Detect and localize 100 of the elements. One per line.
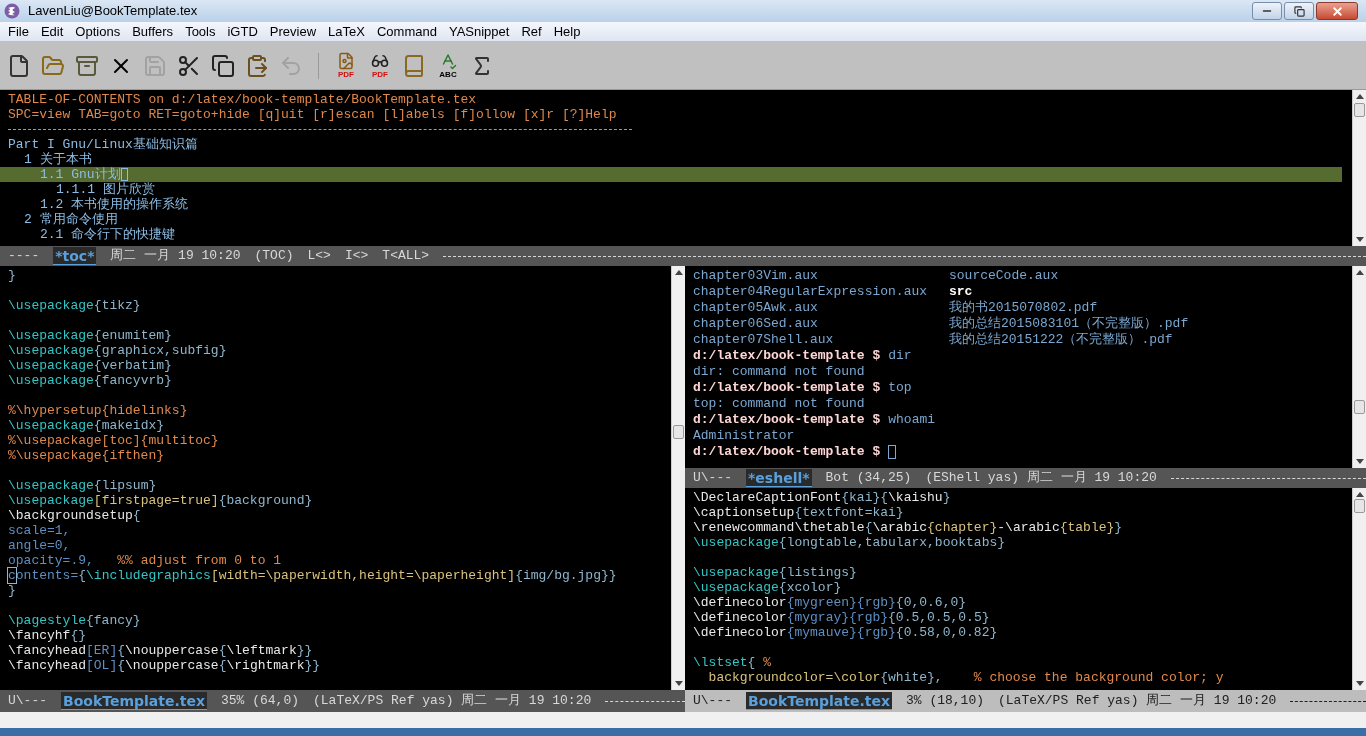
- shell-command: top: [888, 380, 912, 396]
- menu-item[interactable]: Ref: [515, 22, 548, 41]
- code-line: \definecolor{mymauve}{rgb}{0.58,0,0.82}: [693, 625, 998, 640]
- close-button[interactable]: [1316, 2, 1358, 20]
- buffer-name[interactable]: BookTemplate.tex: [61, 692, 207, 710]
- code-line: \usepackage[firstpage=true]{background}: [8, 493, 313, 508]
- code-line: contents={\includegraphics[width=\paperwidth,height=\paperheight]{img/bg.jpg}}: [8, 568, 617, 583]
- code-line: }: [8, 268, 16, 283]
- restore-button[interactable]: [1284, 2, 1314, 20]
- code-line: \usepackage{lipsum}: [8, 478, 157, 493]
- pdf-icon: [337, 52, 355, 70]
- file-name: 我的书2015070802.pdf: [949, 300, 1099, 316]
- mode-line-text: 3% (18,10): [906, 692, 984, 711]
- toc-entry[interactable]: Part I Gnu/Linux基础知识篇: [0, 137, 1342, 152]
- shell-command: dir: [888, 348, 912, 364]
- code-line: \usepackage{fancyvrb}: [8, 373, 172, 388]
- code-line: %\hypersetup{hidelinks}: [8, 403, 188, 418]
- file-name: chapter07Shell.aux: [693, 332, 835, 348]
- menu-item[interactable]: Buffers: [126, 22, 180, 41]
- code-line: \usepackage{graphicx,subfig}: [8, 343, 227, 358]
- scroll-thumb[interactable]: [673, 425, 684, 439]
- code-line: backgroundcolor=\color{white}, % choose the background color; y: [707, 670, 1224, 685]
- scroll-down-icon[interactable]: [1355, 459, 1364, 464]
- scroll-down-icon[interactable]: [1355, 237, 1364, 242]
- mode-line-text: 周二 一月 19 10:20: [110, 247, 241, 266]
- book-icon: [402, 53, 426, 78]
- menu-item[interactable]: iGTD: [221, 22, 264, 41]
- code-line: }: [8, 583, 16, 598]
- toc-entry[interactable]: 1 关于本书: [0, 152, 1342, 167]
- file-name: sourceCode.aux: [949, 268, 1060, 284]
- scroll-thumb[interactable]: [1354, 499, 1365, 513]
- open-folder-icon: [41, 53, 65, 78]
- menu-item[interactable]: Preview: [263, 22, 323, 41]
- shell-output: top: command not found: [693, 396, 865, 412]
- file-name: chapter05Awk.aux: [693, 300, 819, 316]
- buffer-name[interactable]: *toc*: [53, 247, 97, 265]
- code-line: \usepackage{xcolor}: [693, 580, 842, 595]
- toc-entry[interactable]: 2 常用命令使用: [0, 212, 1342, 227]
- menu-item[interactable]: File: [2, 22, 35, 41]
- scroll-up-icon[interactable]: [1355, 270, 1364, 275]
- mode-line-text: L<>: [307, 247, 331, 266]
- menu-item[interactable]: Edit: [34, 22, 70, 41]
- mode-line-text: (EShell yas) 周二 一月 19 10:20: [925, 469, 1157, 488]
- save-icon: [143, 53, 167, 78]
- scrollbar[interactable]: [671, 266, 685, 690]
- code-line: \fancyhead[OL]{\nouppercase{\rightmark}}: [8, 658, 321, 673]
- code-line: \fancyhead[ER]{\nouppercase{\leftmark}}: [8, 643, 313, 658]
- file-name: chapter04RegularExpression.aux: [693, 284, 929, 300]
- scrollbar[interactable]: [1352, 488, 1366, 690]
- shell-prompt: d:/latex/book-template $: [693, 348, 881, 364]
- toolbar-button[interactable]: ABC: [433, 46, 463, 85]
- file-name: chapter03Vim.aux: [693, 268, 819, 284]
- code-line: \fancyhf{}: [8, 628, 87, 643]
- code-line: \pagestyle{fancy}: [8, 613, 141, 628]
- code-line: \renewcommand\thetable{\arabic{chapter}-\arabic{table}}: [693, 520, 1123, 535]
- toc-entry[interactable]: 1.2 本书使用的操作系统: [0, 197, 1342, 212]
- scrollbar[interactable]: [1352, 266, 1366, 468]
- scrollbar[interactable]: [1352, 90, 1366, 246]
- window-title: LavenLiu@BookTemplate.tex: [28, 2, 198, 21]
- cabinet-icon: [75, 53, 99, 78]
- code-line: \captionsetup{textfont=kai}: [693, 505, 904, 520]
- scroll-up-icon[interactable]: [1355, 94, 1364, 99]
- code-line: \usepackage{listings}: [693, 565, 857, 580]
- copy-icon: [211, 53, 235, 78]
- menu-item[interactable]: YASnippet: [442, 22, 516, 41]
- shell-prompt: d:/latex/book-template $: [693, 380, 881, 396]
- mode-line-text: 35% (64,0): [221, 692, 299, 711]
- directory-name: src: [949, 284, 974, 300]
- menu-item[interactable]: Options: [69, 22, 127, 41]
- restore-icon: [1293, 5, 1305, 17]
- code-line: \usepackage{tikz}: [8, 298, 141, 313]
- code-line: \lstset{ %: [693, 655, 772, 670]
- mode-line-status: ----: [8, 247, 40, 266]
- menu-item[interactable]: Command: [370, 22, 443, 41]
- scroll-up-icon[interactable]: [674, 270, 683, 275]
- code-line: \usepackage{makeidx}: [8, 418, 165, 433]
- shell-prompt: d:/latex/book-template $: [693, 412, 881, 428]
- code-line: opacity=.9, %% adjust from 0 to 1: [8, 553, 282, 568]
- toc-entry[interactable]: 1.1.1 图片欣赏: [0, 182, 1342, 197]
- minimize-button[interactable]: [1252, 2, 1282, 20]
- menu-item[interactable]: Tools: [179, 22, 222, 41]
- scroll-down-icon[interactable]: [1355, 681, 1364, 686]
- code-line: \definecolor{mygray}{rgb}{0.5,0.5,0.5}: [693, 610, 990, 625]
- glasses-icon: [371, 52, 389, 70]
- mode-line-text: (TOC): [254, 247, 294, 266]
- buffer-name[interactable]: *eshell*: [746, 469, 812, 487]
- close-icon: [1330, 4, 1344, 18]
- toc-entry[interactable]: 2.1 命令行下的快捷键: [0, 227, 1342, 242]
- menu-item[interactable]: LaTeX: [322, 22, 371, 41]
- scroll-up-icon[interactable]: [1355, 492, 1364, 497]
- scroll-thumb[interactable]: [1354, 103, 1365, 117]
- code-line: \definecolor{mygreen}{rgb}{0,0.6,0}: [693, 595, 967, 610]
- scroll-down-icon[interactable]: [674, 681, 683, 686]
- buffer-name[interactable]: BookTemplate.tex: [746, 692, 892, 710]
- scroll-thumb[interactable]: [1354, 400, 1365, 414]
- mode-line-status: U\---: [693, 469, 732, 488]
- file-name: 我的总结2015083101（不完整版）.pdf: [949, 316, 1190, 332]
- code-line: \backgroundsetup{: [8, 508, 141, 523]
- menu-item[interactable]: Help: [547, 22, 587, 41]
- code-line: angle=0,: [8, 538, 71, 553]
